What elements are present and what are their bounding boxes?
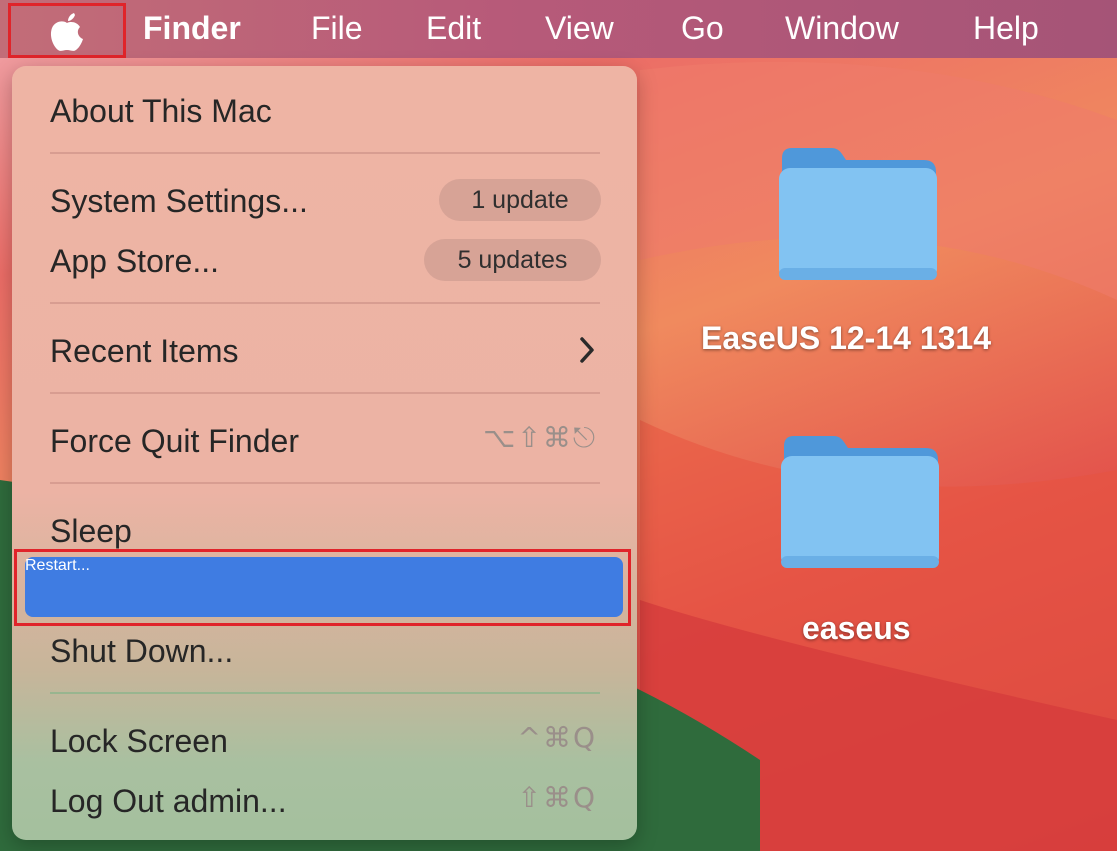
apple-logo-icon: [50, 12, 83, 51]
menubar-help[interactable]: Help: [973, 8, 1039, 48]
apple-dropdown-menu: About This Mac System Settings... 1 upda…: [12, 66, 637, 840]
menu-separator: [50, 302, 600, 304]
menu-item-app-store[interactable]: App Store... 5 updates: [12, 234, 637, 286]
update-badge: 5 updates: [424, 239, 601, 281]
desktop-icon-label: easeus: [802, 610, 911, 646]
menu-separator: [50, 482, 600, 484]
desktop-folder-easeus[interactable]: [778, 432, 942, 577]
menu-item-force-quit[interactable]: Force Quit Finder ⌥⇧⌘⎋: [12, 414, 637, 466]
apple-menu-button[interactable]: [8, 3, 126, 58]
chevron-right-icon: [580, 337, 594, 363]
menu-item-label: Recent Items: [50, 333, 239, 369]
menu-bar: Finder File Edit View Go Window Help: [0, 0, 1117, 58]
update-badge: 1 update: [439, 179, 601, 221]
keyboard-shortcut: ^⌘Q: [517, 721, 597, 754]
menubar-edit[interactable]: Edit: [426, 8, 481, 48]
keyboard-shortcut: ⌥⇧⌘⎋: [483, 421, 597, 454]
menu-item-label: Shut Down...: [50, 633, 234, 669]
menu-item-system-settings[interactable]: System Settings... 1 update: [12, 174, 637, 226]
desktop-icon-label: EaseUS 12-14 1314: [701, 320, 991, 356]
keyboard-shortcut: ⇧⌘Q: [517, 781, 597, 814]
menu-item-lock-screen[interactable]: Lock Screen ^⌘Q: [12, 714, 637, 766]
folder-icon: [781, 436, 939, 568]
menu-item-recent-items[interactable]: Recent Items: [12, 324, 637, 376]
menubar-app-name[interactable]: Finder: [143, 8, 241, 48]
menu-item-label: Sleep: [50, 513, 132, 549]
menu-separator: [50, 152, 600, 154]
menubar-go[interactable]: Go: [681, 8, 724, 48]
menu-item-label: Lock Screen: [50, 723, 228, 759]
menubar-view[interactable]: View: [545, 8, 614, 48]
folder-icon: [779, 148, 937, 280]
menubar-file[interactable]: File: [311, 8, 363, 48]
menubar-window[interactable]: Window: [785, 8, 899, 48]
menu-item-label: Force Quit Finder: [50, 423, 299, 459]
menu-item-label: App Store...: [50, 243, 219, 279]
menu-separator: [50, 692, 600, 694]
restart-annotation-frame: [14, 549, 631, 626]
menu-item-label: System Settings...: [50, 183, 308, 219]
menu-item-label: Log Out admin...: [50, 783, 287, 819]
menu-item-about[interactable]: About This Mac: [12, 84, 637, 136]
menu-item-shut-down[interactable]: Shut Down...: [12, 624, 637, 676]
menu-separator: [50, 392, 600, 394]
menu-item-log-out[interactable]: Log Out admin... ⇧⌘Q: [12, 774, 637, 826]
menu-item-label: About This Mac: [50, 93, 272, 129]
desktop-folder-easeus-1314[interactable]: [776, 144, 940, 289]
